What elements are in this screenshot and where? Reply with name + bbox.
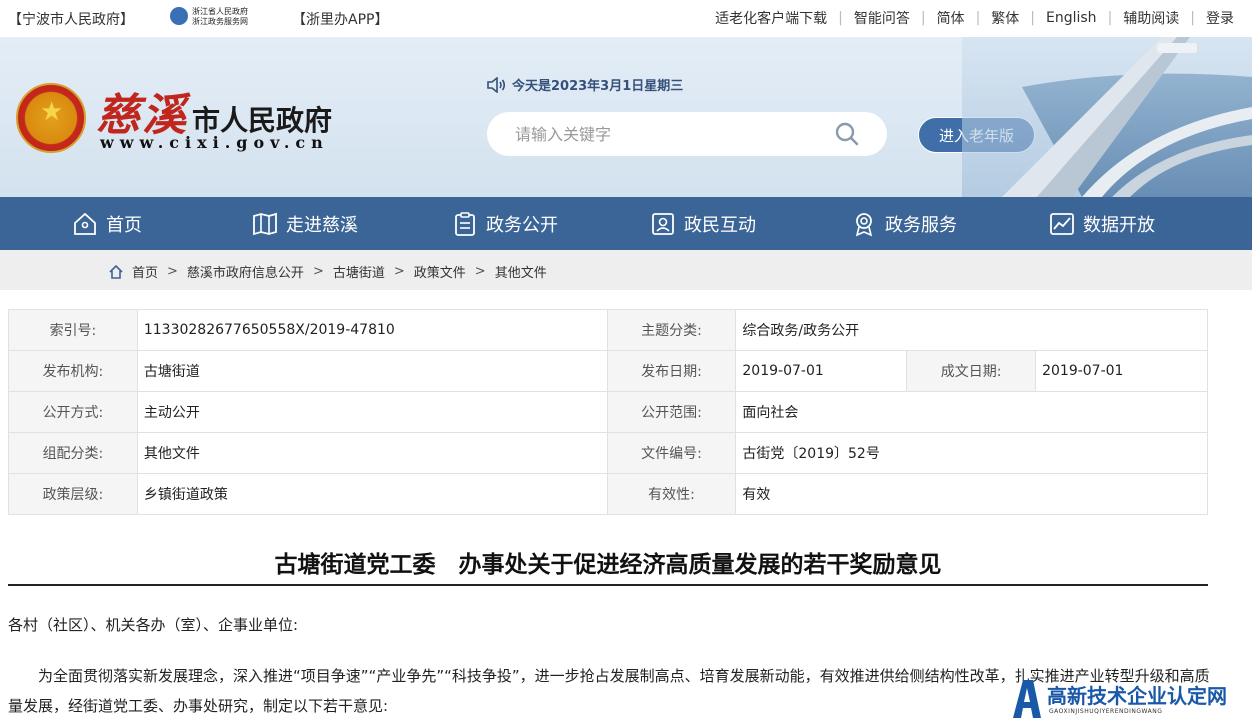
- ningbo-gov-link[interactable]: 【宁波市人民政府】: [8, 9, 134, 29]
- date-text: 今天是2023年3月1日星期三: [512, 79, 684, 94]
- breadcrumb-gov-info-open[interactable]: 慈溪市政府信息公开: [187, 262, 304, 281]
- valid-label: 有效性:: [606, 473, 737, 515]
- separator: |: [838, 10, 843, 26]
- nav-gov-affairs-open-label: 政务公开: [486, 214, 558, 236]
- watermark-en-text: GAOXINJISHUQIYERENDINGWANG: [1049, 708, 1163, 715]
- nav-interaction-label: 政民互动: [684, 214, 756, 236]
- index-label: 索引号:: [8, 309, 138, 351]
- table-row: 组配分类: 其他文件 文件编号: 古街党〔2019〕52号: [8, 432, 1208, 474]
- title-divider: [8, 584, 1208, 586]
- nav-interaction[interactable]: 政民互动: [650, 197, 756, 250]
- clipboard-icon: [455, 211, 475, 236]
- index-value: 11330282677650558X/2019-47810: [136, 309, 608, 351]
- nav-open-data-label: 数据开放: [1083, 214, 1155, 236]
- bridge-banner-image: [962, 37, 1252, 197]
- simplified-chinese-link[interactable]: 简体: [937, 8, 965, 28]
- breadcrumb-home[interactable]: 首页: [132, 262, 158, 281]
- table-row: 政策层级: 乡镇街道政策 有效性: 有效: [8, 473, 1208, 515]
- breadcrumb-separator: >: [312, 264, 324, 279]
- interaction-icon: [652, 212, 674, 235]
- breadcrumb-separator: >: [167, 264, 178, 279]
- document-info-table: 索引号: 11330282677650558X/2019-47810 主题分类:…: [8, 309, 1208, 515]
- group-value: 其他文件: [136, 432, 608, 474]
- level-label: 政策层级:: [8, 473, 138, 515]
- separator: |: [920, 10, 926, 26]
- home-icon: [109, 264, 123, 279]
- nav-gov-affairs-open[interactable]: 政务公开: [452, 197, 558, 250]
- traditional-chinese-link[interactable]: 繁体: [991, 8, 1019, 28]
- nav-home[interactable]: 首页: [72, 197, 142, 250]
- zlb-app-link[interactable]: 【浙里办APP】: [292, 9, 388, 29]
- docno-value: 古街党〔2019〕52号: [735, 432, 1208, 474]
- mode-value: 主动公开: [136, 391, 608, 433]
- site-header: ★ 慈溪 市人民政府 www.cixi.gov.cn 今天是2023年3月1日星期…: [0, 37, 1252, 197]
- article-title: 古塘街道党工委 办事处关于促进经济高质量发展的若干奖励意见: [274, 552, 942, 578]
- scope-value: 面向社会: [735, 391, 1208, 433]
- search-input[interactable]: [515, 123, 835, 145]
- home-icon: [74, 212, 96, 235]
- top-right-links: 适老化客户端下载 | 智能问答 | 简体 | 繁体 | English | 辅助…: [715, 8, 1234, 28]
- accessibility-reading-link[interactable]: 辅助阅读: [1123, 8, 1179, 28]
- english-link[interactable]: English: [1046, 10, 1097, 26]
- top-bar: 【宁波市人民政府】 浙江省人民政府 浙江政务服务网 【浙里办APP】 适老化客户…: [0, 0, 1252, 36]
- article-greeting: 各村（社区）、机关各办（室）、企事业单位:: [8, 616, 299, 634]
- level-value: 乡镇街道政策: [136, 473, 608, 515]
- breadcrumb: 首页 > 慈溪市政府信息公开 > 古塘街道 > 政策文件 > 其他文件: [0, 250, 1252, 290]
- breadcrumb-separator: >: [393, 264, 405, 279]
- watermark-logo-icon: [1013, 680, 1041, 718]
- watermark: 高新技术企业认定网 GAOXINJISHUQIYERENDINGWANG: [1005, 676, 1252, 726]
- group-label: 组配分类:: [8, 432, 138, 474]
- separator: |: [975, 10, 981, 26]
- login-link[interactable]: 登录: [1206, 8, 1234, 28]
- topic-label: 主题分类:: [606, 309, 737, 351]
- breadcrumb-gutang[interactable]: 古塘街道: [333, 262, 385, 281]
- created-value: 2019-07-01: [1035, 350, 1208, 392]
- breadcrumb-other-docs[interactable]: 其他文件: [495, 262, 547, 281]
- watermark-cn-text: 高新技术企业认定网: [1047, 684, 1227, 708]
- mode-label: 公开方式:: [8, 391, 138, 433]
- separator: |: [1030, 10, 1035, 26]
- table-row: 索引号: 11330282677650558X/2019-47810 主题分类:…: [8, 309, 1208, 351]
- nav-gov-services[interactable]: 政务服务: [851, 197, 957, 250]
- nav-about-cixi-label: 走进慈溪: [286, 214, 358, 236]
- search-box: [487, 112, 887, 156]
- chart-icon: [1050, 212, 1074, 235]
- zhejiang-gov-logo[interactable]: 浙江省人民政府 浙江政务服务网: [170, 4, 260, 32]
- pubdate-label: 发布日期:: [606, 350, 737, 392]
- docno-label: 文件编号:: [606, 432, 737, 474]
- zhejiang-emblem-icon: [170, 7, 188, 25]
- zhejiang-logo-line2: 浙江政务服务网: [192, 17, 248, 26]
- speaker-icon: [487, 76, 506, 93]
- separator: |: [1107, 10, 1113, 26]
- main-nav: 首页 走进慈溪 政务公开 政民互动 政务服务 数据开放: [0, 197, 1252, 250]
- national-emblem-icon: ★: [16, 83, 86, 153]
- separator: |: [1190, 10, 1195, 26]
- pubdate-value: 2019-07-01: [735, 350, 908, 392]
- nav-gov-services-label: 政务服务: [885, 214, 957, 236]
- breadcrumb-separator: >: [474, 264, 486, 279]
- topic-value: 综合政务/政务公开: [735, 309, 1208, 351]
- nav-open-data[interactable]: 数据开放: [1049, 197, 1155, 250]
- map-icon: [253, 212, 277, 235]
- org-value: 古塘街道: [136, 350, 608, 392]
- nav-home-label: 首页: [106, 214, 142, 236]
- site-url: www.cixi.gov.cn: [100, 133, 329, 152]
- smart-qa-link[interactable]: 智能问答: [854, 8, 910, 28]
- valid-value: 有效: [735, 473, 1208, 515]
- service-badge-icon: [855, 212, 873, 236]
- date-display: 今天是2023年3月1日星期三: [486, 75, 683, 94]
- table-row: 发布机构: 古塘街道 发布日期: 2019-07-01 成文日期: 2019-0…: [8, 350, 1208, 392]
- elderly-client-download-link[interactable]: 适老化客户端下载: [715, 8, 827, 28]
- org-label: 发布机构:: [8, 350, 138, 392]
- search-icon[interactable]: [835, 122, 859, 146]
- scope-label: 公开范围:: [606, 391, 737, 433]
- created-label: 成文日期:: [906, 350, 1037, 392]
- table-row: 公开方式: 主动公开 公开范围: 面向社会: [8, 391, 1208, 433]
- nav-about-cixi[interactable]: 走进慈溪: [252, 197, 358, 250]
- breadcrumb-policy-docs[interactable]: 政策文件: [414, 262, 466, 281]
